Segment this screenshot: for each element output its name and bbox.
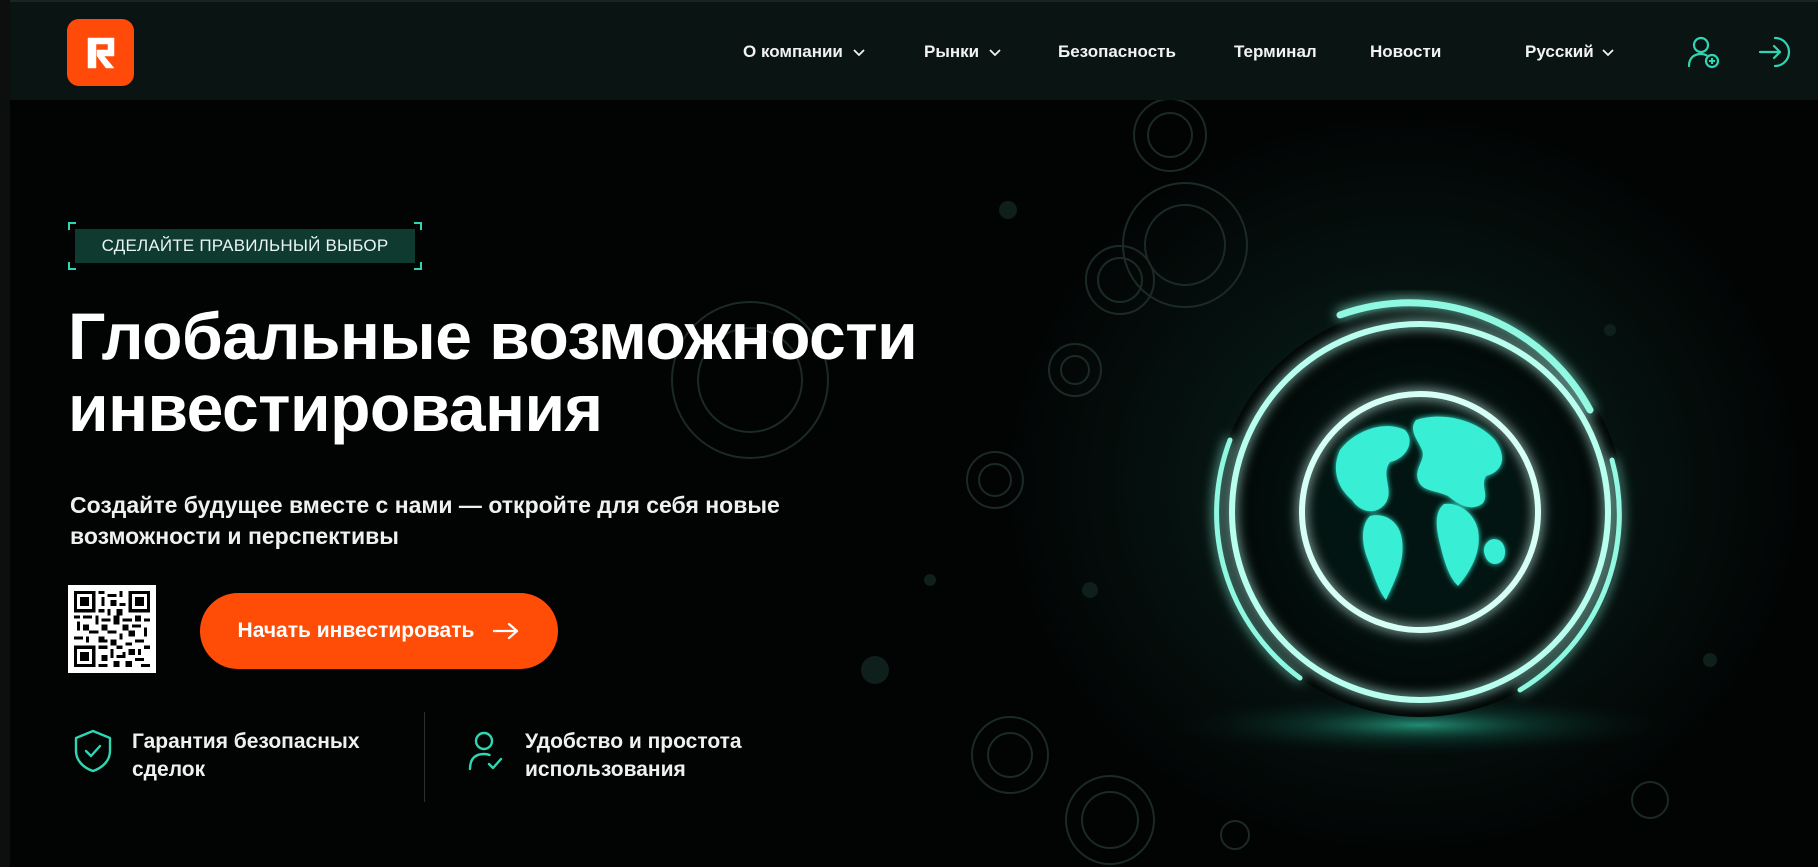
nav-item-terminal[interactable]: Терминал <box>1234 42 1317 62</box>
user-add-icon[interactable] <box>1685 33 1723 71</box>
globe-illustration <box>1214 299 1625 717</box>
nav-item-security[interactable]: Безопасность <box>1058 42 1176 62</box>
nav-about-label: О компании <box>743 42 843 61</box>
hero-title-line2: инвестирования <box>68 371 603 445</box>
nav-item-news[interactable]: Новости <box>1370 42 1441 62</box>
login-icon[interactable] <box>1755 33 1793 71</box>
chevron-down-icon <box>853 49 865 57</box>
nav-terminal-label: Терминал <box>1234 42 1317 61</box>
nav-item-markets[interactable]: Рынки <box>924 42 1003 62</box>
brand-logo[interactable] <box>67 19 134 86</box>
hero-subtitle-line2: возможности и перспективы <box>70 523 399 549</box>
logo-mark-icon <box>87 37 114 68</box>
feature-safe-deals-text: Гарантия безопасных сделок <box>132 728 412 784</box>
start-investing-button[interactable]: Начать инвестировать <box>200 593 558 669</box>
chevron-down-icon <box>1602 49 1614 57</box>
arrow-right-icon <box>493 622 519 640</box>
hero-title: Глобальные возможности инвестирования <box>68 300 968 444</box>
badge-corner <box>414 262 422 270</box>
feature-ease-of-use-text: Удобство и простота использования <box>525 728 805 784</box>
nav-news-label: Новости <box>1370 42 1442 61</box>
feature-text-line: сделок <box>132 758 206 781</box>
hero-badge: СДЕЛАЙТЕ ПРАВИЛЬНЫЙ ВЫБОР <box>68 222 422 270</box>
qr-code <box>68 585 156 673</box>
hero-subtitle-line1: Создайте будущее вместе с нами — откройт… <box>70 492 780 518</box>
feature-text-line: использования <box>525 758 686 781</box>
cta-label: Начать инвестировать <box>237 619 475 642</box>
feature-text-line: Гарантия безопасных <box>132 730 360 753</box>
feature-text-line: Удобство и простота <box>525 730 742 753</box>
nav-security-label: Безопасность <box>1058 42 1176 61</box>
qr-code-icon <box>74 591 150 667</box>
chevron-down-icon <box>989 49 1001 57</box>
badge-text: СДЕЛАЙТЕ ПРАВИЛЬНЫЙ ВЫБОР <box>75 229 415 263</box>
site-header: О компании Рынки Безопасность Терминал Н… <box>10 0 1818 100</box>
hero-subtitle: Создайте будущее вместе с нами — откройт… <box>70 490 890 552</box>
nav-markets-label: Рынки <box>924 42 980 61</box>
feature-ease-of-use: Удобство и простота использования <box>465 728 805 784</box>
feature-safe-deals: Гарантия безопасных сделок <box>72 728 412 784</box>
hero-title-line1: Глобальные возможности <box>68 299 918 373</box>
nav-item-about[interactable]: О компании <box>743 42 867 62</box>
language-label: Русский <box>1525 42 1594 61</box>
badge-corner <box>414 222 422 230</box>
user-check-icon <box>468 731 503 771</box>
language-selector[interactable]: Русский <box>1525 42 1616 62</box>
badge-corner <box>68 262 76 270</box>
page: О компании Рынки Безопасность Терминал Н… <box>10 0 1818 867</box>
shield-check-icon <box>74 729 112 773</box>
feature-divider <box>424 712 425 802</box>
